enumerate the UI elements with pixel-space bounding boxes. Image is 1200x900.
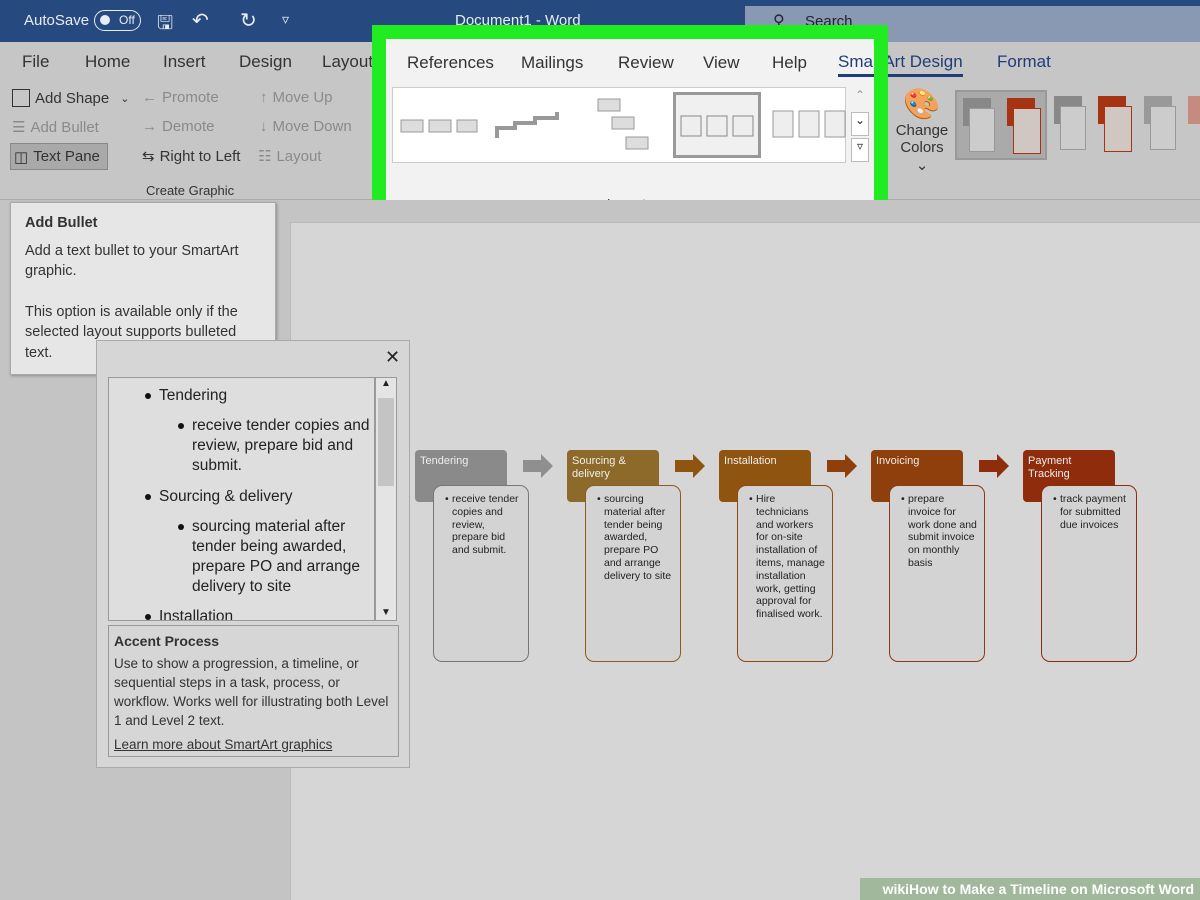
move-down-button[interactable]: ↓ Move Down (260, 118, 352, 135)
palette-icon: 🎨 (903, 88, 941, 121)
add-bullet-button[interactable]: ☰ Add Bullet (12, 118, 99, 137)
tab-format[interactable]: Format (997, 52, 1051, 72)
move-up-button[interactable]: ↑ Move Up (260, 89, 333, 106)
scrollbar[interactable]: ▲ ▼ (375, 377, 397, 621)
tab-view[interactable]: View (703, 53, 740, 73)
tab-design[interactable]: Design (239, 52, 292, 72)
gallery-more[interactable]: ▿ (851, 138, 869, 162)
change-colors-label-2: Colors (900, 139, 944, 156)
list-item[interactable]: receive tender copies and review, prepar… (178, 416, 372, 476)
arrow-left-icon: ← (142, 89, 157, 106)
timeline-step-detail[interactable]: receive tender copies and review, prepar… (433, 485, 529, 662)
undo-icon[interactable]: ↶ (192, 8, 209, 33)
arrow-right-icon: → (142, 118, 157, 135)
gallery-scroll-up[interactable]: ⌃ (851, 88, 869, 112)
autosave-toggle[interactable]: Off (94, 10, 141, 31)
save-icon[interactable]: 🖫 (157, 9, 173, 41)
timeline-step-text: sourcing material after tender being awa… (597, 493, 674, 583)
tab-help[interactable]: Help (772, 53, 807, 73)
tab-home[interactable]: Home (85, 52, 130, 72)
bullet-list-icon: ☰ (12, 119, 26, 136)
change-colors-label-1: Change (895, 122, 949, 139)
layout-accent-process[interactable] (673, 92, 761, 158)
arrow-right-icon (979, 454, 1009, 478)
move-down-label: Move Down (272, 118, 352, 135)
layout-button[interactable]: ☷ Layout (258, 147, 322, 166)
timeline-step-text: prepare invoice for work done and submit… (901, 493, 978, 570)
layout-alternating-flow[interactable] (765, 92, 853, 158)
text-pane-button[interactable]: ◫ Text Pane (10, 143, 108, 170)
tab-references[interactable]: References (407, 53, 494, 73)
timeline-step-text: Hire technicians and workers for on-site… (749, 493, 826, 621)
promote-label: Promote (162, 89, 219, 106)
autosave-label: AutoSave (24, 12, 90, 29)
right-to-left-label: Right to Left (159, 147, 241, 165)
customize-toolbar-icon[interactable]: ▿ (282, 11, 289, 28)
demote-button[interactable]: → Demote (142, 118, 215, 135)
tab-review[interactable]: Review (618, 53, 674, 73)
list-item[interactable]: Sourcing & delivery (145, 487, 293, 507)
timeline-step-detail[interactable]: track payment for submitted due invoices (1041, 485, 1137, 662)
redo-icon[interactable]: ↻ (240, 8, 257, 33)
arrow-right-icon (675, 454, 705, 478)
add-shape-icon (12, 89, 30, 107)
layout-step-down[interactable] (579, 92, 667, 158)
layout-info: Accent Process Use to show a progression… (108, 625, 399, 757)
text-pane: ✕ Tendering receive tender copies and re… (96, 340, 410, 768)
timeline-step-text: track payment for submitted due invoices (1053, 493, 1130, 531)
tooltip-body: Add a text bullet to your SmartArt graph… (25, 242, 239, 280)
list-item[interactable]: sourcing material after tender being awa… (178, 517, 372, 597)
arrow-right-icon (523, 454, 553, 478)
add-shape-label: Add Shape (35, 89, 110, 107)
tab-mailings[interactable]: Mailings (521, 53, 583, 73)
chevron-down-icon: ⌄ (120, 92, 130, 105)
tab-file[interactable]: File (22, 52, 49, 72)
layout-name: Accent Process (114, 633, 220, 649)
tab-layout[interactable]: Layout (322, 52, 373, 72)
gallery-scroll-down[interactable]: ⌄ (851, 112, 869, 136)
toggle-knob (100, 15, 110, 25)
close-icon[interactable]: ✕ (385, 347, 400, 368)
tooltip-title: Add Bullet (25, 215, 98, 231)
text-pane-list[interactable]: Tendering receive tender copies and revi… (108, 377, 375, 621)
color-style-2[interactable] (1052, 96, 1140, 158)
swap-arrows-icon: ⇆ (142, 148, 155, 165)
layout-label: Layout (276, 147, 322, 165)
learn-more-link[interactable]: Learn more about SmartArt graphics (114, 735, 393, 754)
text-pane-icon: ◫ (14, 148, 29, 166)
scroll-down-icon[interactable]: ▼ (376, 607, 396, 618)
timeline-step-text: receive tender copies and review, prepar… (445, 493, 522, 557)
arrow-up-icon: ↑ (260, 89, 268, 106)
list-item[interactable]: Installation (144, 607, 233, 620)
layouts-gallery: ⌃ ⌄ ▿ (392, 87, 869, 163)
watermark: wikiHow to Make a Timeline on Microsoft … (860, 878, 1200, 900)
org-chart-icon: ☷ (258, 148, 272, 165)
timeline-step-detail[interactable]: prepare invoice for work done and submit… (889, 485, 985, 662)
layout-basic-process[interactable] (395, 92, 483, 158)
demote-label: Demote (162, 118, 215, 135)
right-to-left-button[interactable]: ⇆ Right to Left (142, 147, 241, 166)
tab-insert[interactable]: Insert (163, 52, 206, 72)
color-style-3[interactable] (1142, 96, 1200, 158)
add-bullet-label: Add Bullet (30, 118, 99, 136)
color-style-1[interactable] (955, 90, 1047, 160)
add-shape-button[interactable]: Add Shape ⌄ (12, 89, 129, 107)
arrow-down-icon: ↓ (260, 118, 268, 135)
timeline-step-detail[interactable]: Hire technicians and workers for on-site… (737, 485, 833, 662)
change-colors-button[interactable]: 🎨 Change Colors ⌄ (892, 88, 952, 174)
tab-smartart-design[interactable]: SmartArt Design (838, 52, 963, 77)
timeline-step-detail[interactable]: sourcing material after tender being awa… (585, 485, 681, 662)
layout-description: Use to show a progression, a timeline, o… (114, 656, 389, 728)
arrow-right-icon (827, 454, 857, 478)
scroll-thumb[interactable] (378, 398, 394, 486)
list-item[interactable]: Tendering (144, 386, 227, 406)
scroll-up-icon[interactable]: ▲ (376, 378, 396, 389)
promote-button[interactable]: ← Promote (142, 89, 219, 106)
layout-step-up[interactable] (487, 92, 575, 158)
create-graphic-group-label: Create Graphic (146, 183, 235, 198)
move-up-label: Move Up (272, 89, 333, 106)
text-pane-label: Text Pane (33, 148, 100, 165)
autosave-state: Off (119, 13, 135, 27)
